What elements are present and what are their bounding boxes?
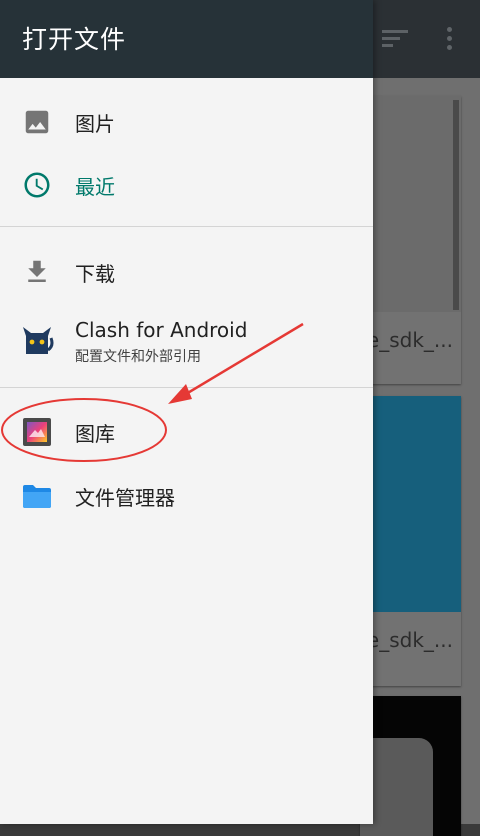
drawer-item-downloads[interactable]: 下载 [0,239,373,303]
drawer-item-recent[interactable]: 最近 [0,152,373,216]
drawer-divider [0,226,373,227]
file-card[interactable] [360,696,461,836]
drawer-item-label: 图库 [75,422,115,446]
gallery-icon [22,417,52,447]
image-icon [22,107,52,137]
drawer-item-gallery[interactable]: 图库 [0,399,373,463]
more-options-icon[interactable] [447,27,453,51]
file-thumbnail [360,96,461,312]
sort-icon[interactable] [382,30,408,48]
drawer-item-images[interactable]: 图片 [0,89,373,153]
file-card[interactable]: e_sdk_... [360,396,461,686]
drawer-header: 打开文件 [0,0,373,78]
drawer-item-clash[interactable]: Clash for Android 配置文件和外部引用 [0,308,373,372]
drawer-item-sublabel: 配置文件和外部引用 [75,349,201,365]
clock-icon [22,170,52,200]
folder-icon [22,481,52,511]
clash-cat-icon [20,324,54,358]
file-card[interactable]: e_sdk_... [360,96,461,384]
thumbnail-scrollbar [453,100,459,310]
navigation-drawer: 打开文件 图片 最近 下载 Clash for Android 配置文件和外部引… [0,0,373,824]
file-caption: e_sdk_... [366,328,453,352]
drawer-item-label: Clash for Android [75,318,248,342]
drawer-item-label: 最近 [75,175,115,199]
drawer-item-file-manager[interactable]: 文件管理器 [0,463,373,527]
drawer-item-label: 文件管理器 [75,486,175,510]
file-thumbnail [360,396,461,612]
drawer-divider [0,387,373,388]
download-icon [22,257,52,287]
file-caption: e_sdk_... [366,628,453,652]
drawer-item-label: 图片 [75,112,115,136]
drawer-item-label: 下载 [75,262,115,286]
drawer-title: 打开文件 [22,25,127,54]
